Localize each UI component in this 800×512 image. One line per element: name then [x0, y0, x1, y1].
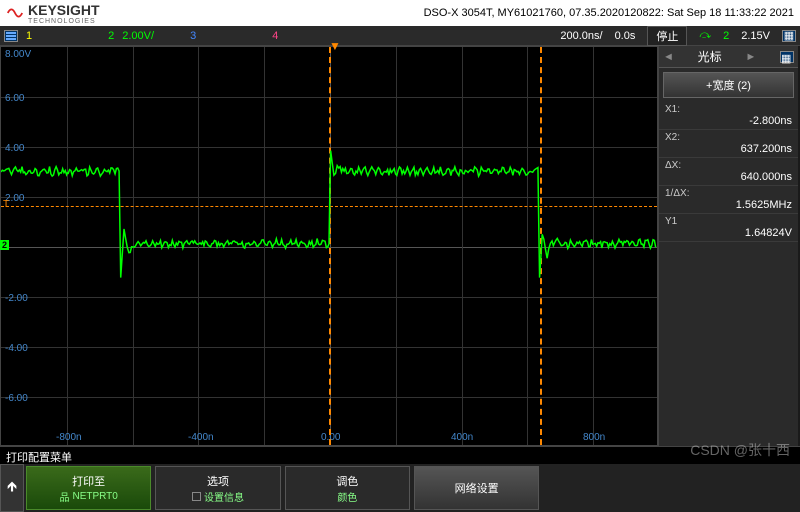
menu-icon[interactable]	[4, 30, 18, 42]
checkbox-icon	[192, 492, 201, 501]
run-status[interactable]: 停止	[647, 26, 687, 46]
keysight-icon	[6, 4, 24, 22]
cursor-readout: X1:-2.800ns	[659, 102, 798, 130]
watermark: CSDN @张十西	[690, 440, 790, 460]
time-delay[interactable]: 0.0s	[615, 30, 636, 42]
cursor-readout: 1/ΔX:1.5625MHz	[659, 186, 798, 214]
ch1-label[interactable]: 1	[26, 30, 32, 42]
cursor-mode-button[interactable]: +宽度 (2)	[663, 72, 794, 98]
brand-logo: KEYSIGHT TECHNOLOGIES	[6, 2, 100, 25]
panel-prev-icon[interactable]: ◄	[663, 51, 674, 63]
ch3-label[interactable]: 3	[190, 30, 196, 42]
trigger-source: 2	[723, 30, 729, 42]
softkey-options[interactable]: 选项 设置信息	[155, 466, 280, 510]
channel-bar: 1 2 2.00V/ 3 4 200.0ns/ 0.0s 停止 ⤼ 2 2.15…	[0, 26, 800, 46]
cursor-panel: ◄ 光标 ► ▦ +宽度 (2) X1:-2.800nsX2:637.200ns…	[658, 46, 798, 446]
softkey-palette[interactable]: 调色 颜色	[285, 466, 410, 510]
device-info: DSO-X 3054T, MY61021760, 07.35.202012082…	[424, 7, 794, 19]
menu-title-bar: 打印配置菜单	[0, 446, 800, 464]
main-area: ▼ 8.00V 6.00 4.00 2.00 -2.00 -4.00 -6.00…	[0, 46, 800, 446]
cursor-readout: Y11.64824V	[659, 214, 798, 242]
ch4-label[interactable]: 4	[272, 30, 278, 42]
display-icon[interactable]: ▦	[782, 30, 796, 42]
trigger-edge-icon[interactable]: ⤼	[699, 29, 711, 42]
softkey-network[interactable]: 网络设置	[414, 466, 539, 510]
menu-title: 打印配置菜单	[6, 452, 72, 464]
title-bar: KEYSIGHT TECHNOLOGIES DSO-X 3054T, MY610…	[0, 0, 800, 26]
time-scale[interactable]: 200.0ns/	[560, 30, 602, 42]
softkey-print-to[interactable]: 打印至 品NETPRT0	[26, 466, 151, 510]
panel-title: 光标	[698, 48, 722, 65]
panel-next-icon[interactable]: ►	[745, 51, 756, 63]
waveform-plot[interactable]: ▼ 8.00V 6.00 4.00 2.00 -2.00 -4.00 -6.00…	[0, 46, 658, 446]
ch2-label[interactable]: 2	[108, 30, 114, 42]
waveform-trace	[1, 47, 657, 445]
softkey-bar: 🡹 打印至 品NETPRT0 选项 设置信息 调色 颜色 网络设置	[0, 464, 800, 512]
softkey-back-icon[interactable]: 🡹	[0, 464, 24, 512]
network-icon: 品	[59, 489, 69, 504]
ch2-scale: 2.00V/	[122, 30, 154, 42]
panel-menu-icon[interactable]: ▦	[780, 51, 794, 63]
trigger-level[interactable]: 2.15V	[741, 30, 770, 42]
brand-sub: TECHNOLOGIES	[28, 18, 100, 25]
panel-header: ◄ 光标 ► ▦	[659, 46, 798, 68]
cursor-readout: X2:637.200ns	[659, 130, 798, 158]
brand-name: KEYSIGHT	[28, 2, 100, 18]
cursor-readout: ΔX:640.000ns	[659, 158, 798, 186]
